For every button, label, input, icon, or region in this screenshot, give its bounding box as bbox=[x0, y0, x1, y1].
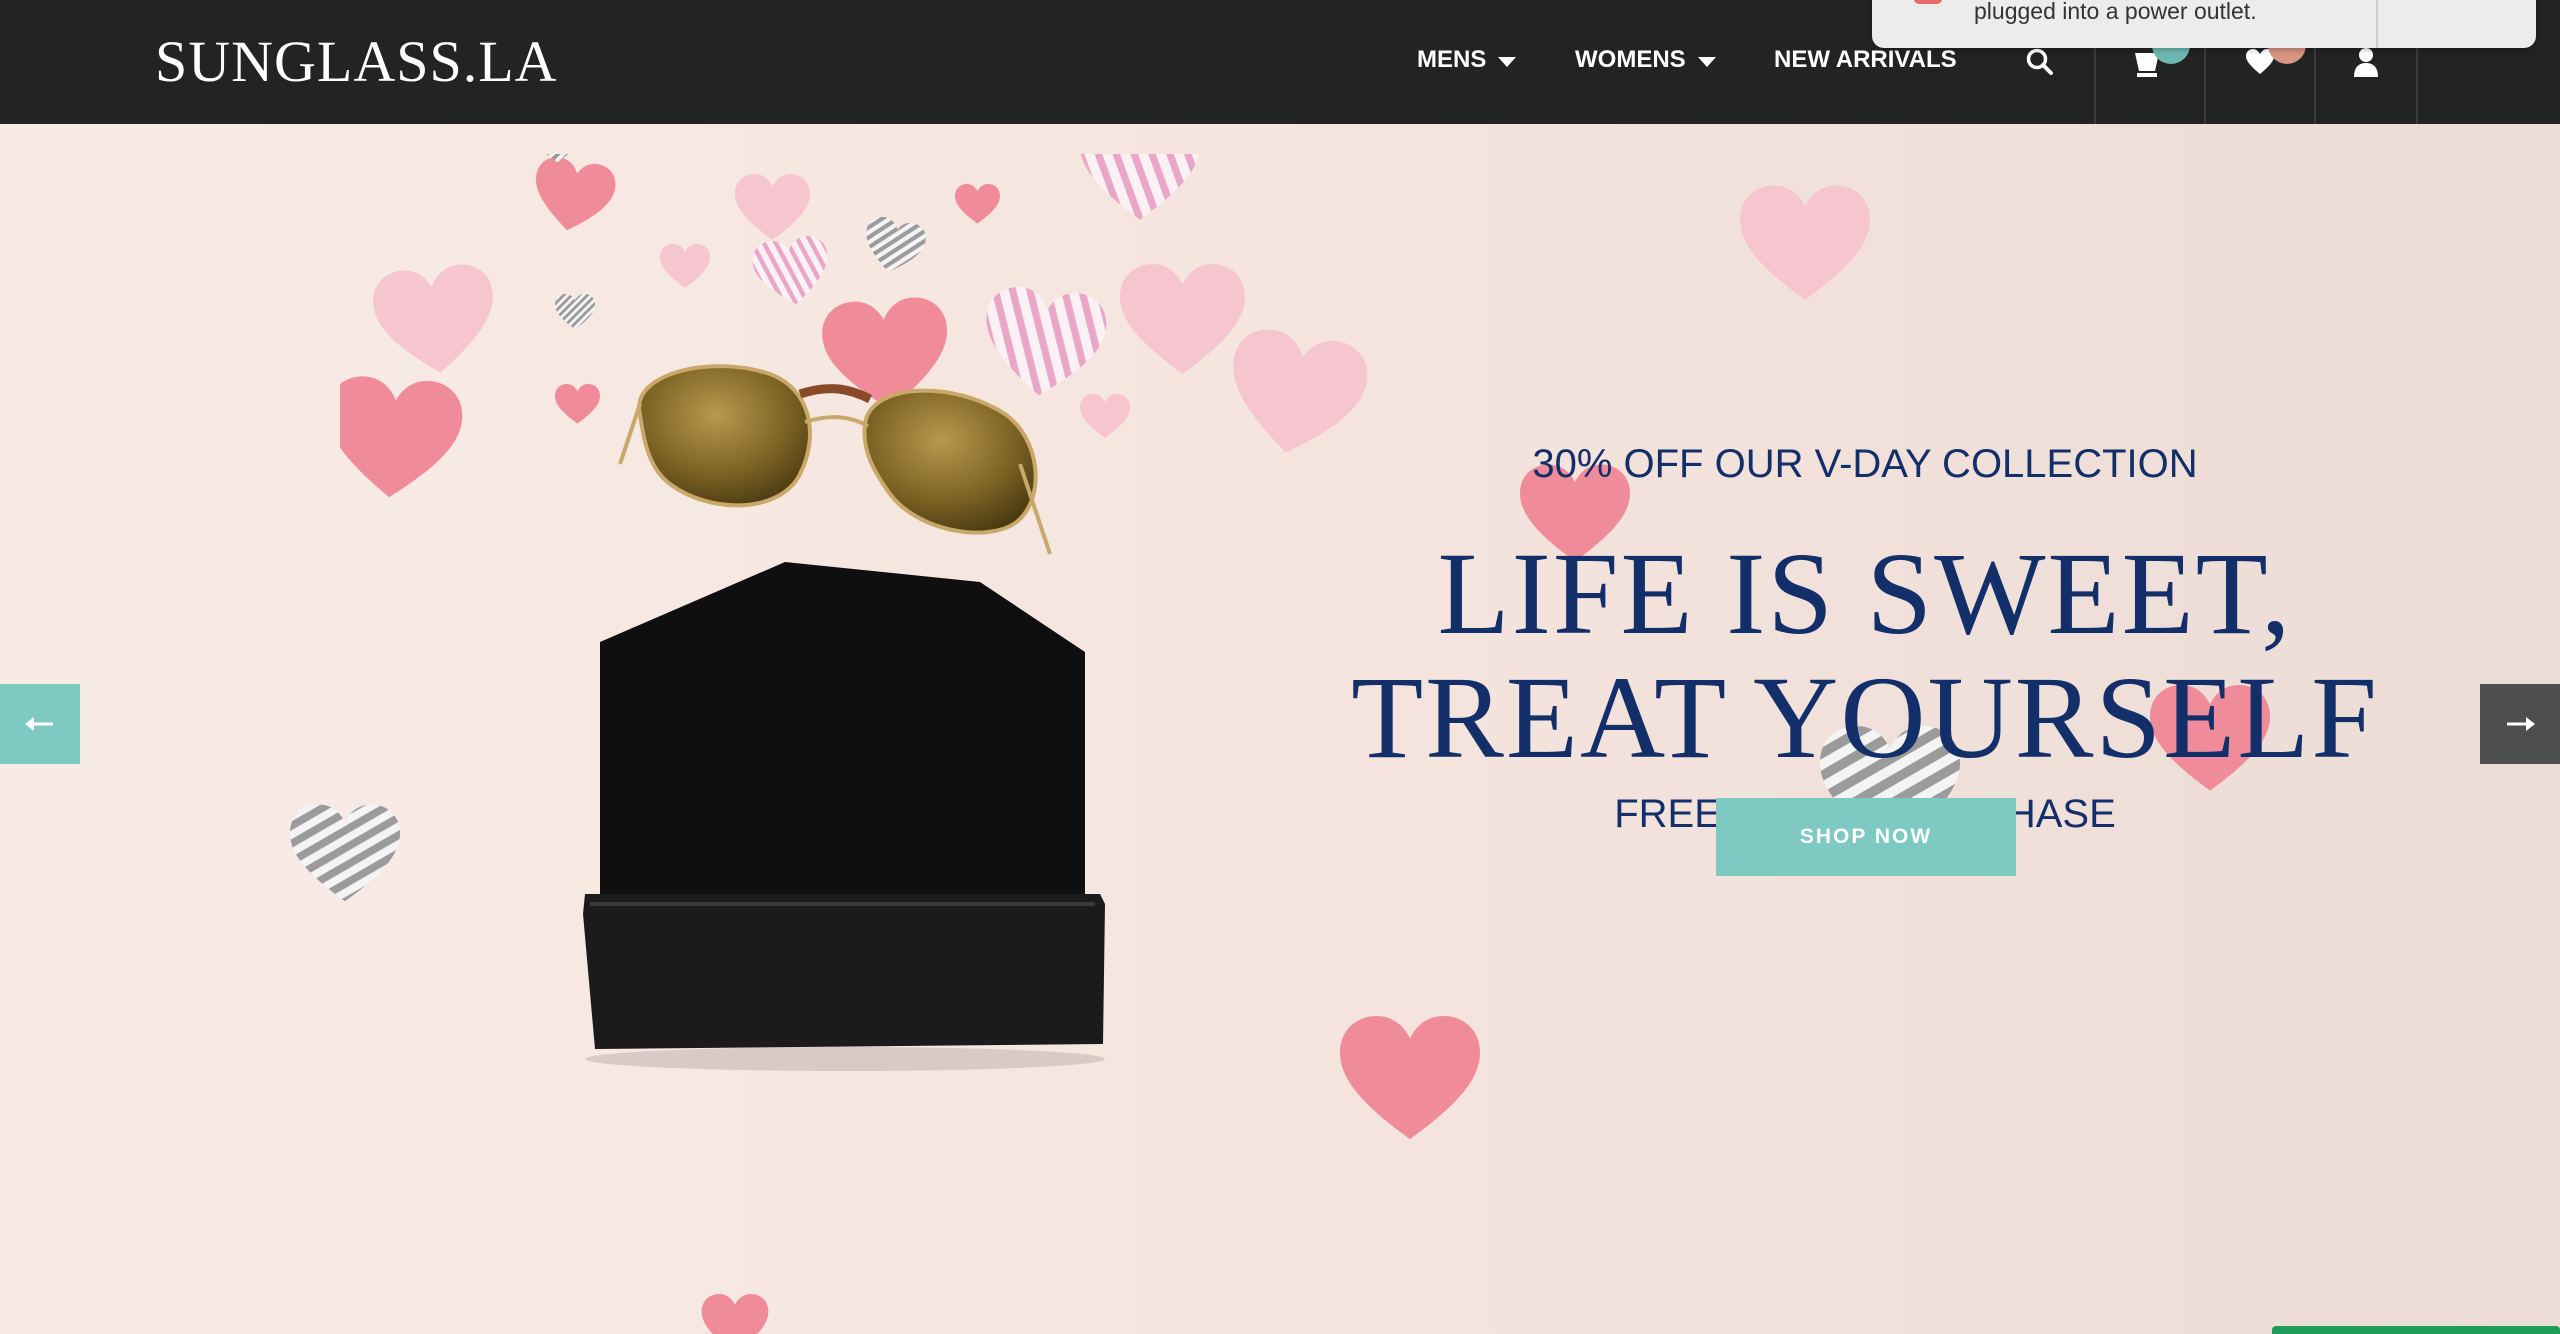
system-notification[interactable]: plugged into a power outlet. bbox=[1872, 0, 2536, 48]
promo-kicker: 30% OFF OUR V-DAY COLLECTION bbox=[1532, 442, 2198, 486]
decorative-heart bbox=[1740, 185, 1870, 300]
hero-headline-line1: LIFE IS SWEET, bbox=[1437, 528, 2293, 659]
arrow-right-icon bbox=[2507, 717, 2535, 731]
hero-banner: 30% OFF OUR V-DAY COLLECTION LIFE IS SWE… bbox=[0, 124, 2560, 1334]
chevron-down-icon bbox=[1697, 57, 1716, 67]
notification-divider bbox=[2376, 0, 2378, 48]
decorative-heart bbox=[1340, 1016, 1480, 1140]
nav-mens-label: MENS bbox=[1417, 46, 1487, 73]
site-logo[interactable]: SUNGLASS.LA bbox=[155, 28, 558, 95]
hero-headline: LIFE IS SWEET, TREAT YOURSELF bbox=[1260, 532, 2470, 780]
nav-mens[interactable]: MENS bbox=[1417, 40, 1517, 80]
account-icon bbox=[2354, 48, 2378, 77]
decorative-heart bbox=[290, 804, 400, 902]
decorative-heart bbox=[701, 1294, 769, 1334]
nav-womens[interactable]: WOMENS bbox=[1575, 40, 1716, 80]
notification-text: plugged into a power outlet. bbox=[1974, 0, 2257, 24]
nav-womens-label: WOMENS bbox=[1575, 46, 1686, 73]
arrow-left-icon bbox=[25, 717, 53, 731]
carousel-prev-button[interactable] bbox=[0, 684, 80, 764]
battery-alert-icon bbox=[1914, 0, 1942, 4]
nav-new-arrivals-label: NEW ARRIVALS bbox=[1774, 46, 1957, 73]
hero-headline-line2: TREAT YOURSELF bbox=[1351, 652, 2379, 783]
sunglass-case-image bbox=[583, 562, 1105, 1071]
search-icon bbox=[2026, 48, 2053, 75]
chat-widget-tab[interactable] bbox=[2272, 1326, 2560, 1334]
chevron-down-icon bbox=[1498, 57, 1517, 67]
shop-now-button[interactable]: SHOP NOW bbox=[1716, 798, 2016, 876]
carousel-next-button[interactable] bbox=[2480, 684, 2560, 764]
